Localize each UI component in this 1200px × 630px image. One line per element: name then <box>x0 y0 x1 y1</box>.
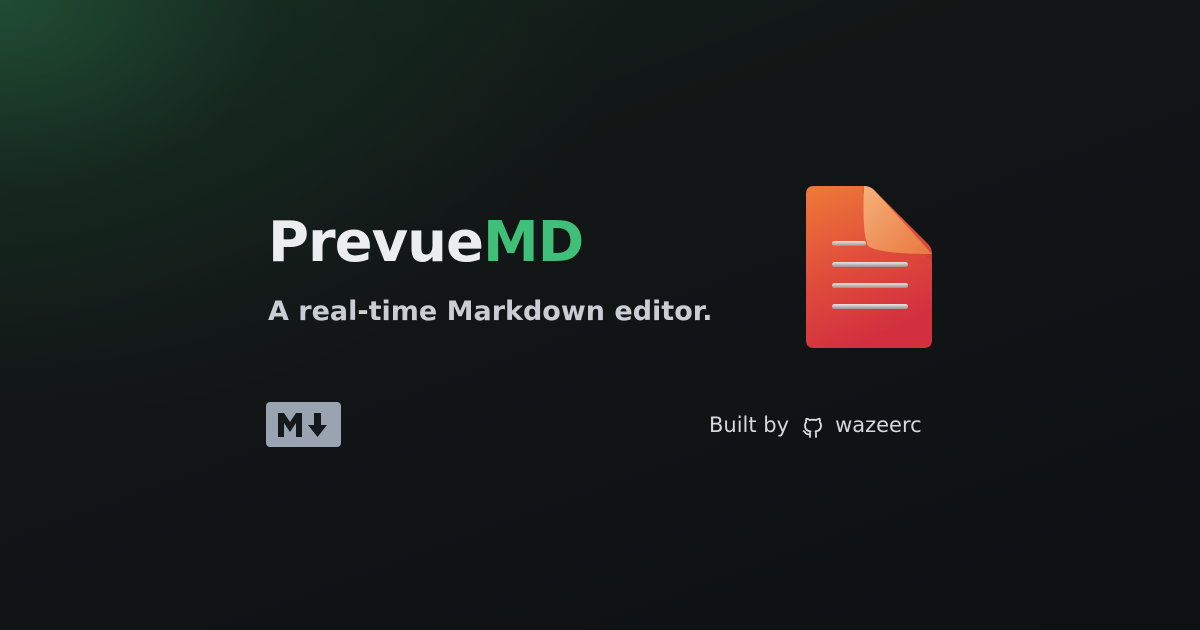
title-part-md: MD <box>483 210 584 275</box>
credit-prefix: Built by <box>709 413 790 437</box>
author-link[interactable]: wazeerc <box>835 413 922 437</box>
credit-line: Built by wazeerc <box>709 408 922 442</box>
github-icon <box>801 412 825 438</box>
title-part-prevue: Prevue <box>268 210 484 275</box>
tagline: A real-time Markdown editor. <box>268 296 713 327</box>
app-title: PrevueMD <box>268 208 584 278</box>
document-icon <box>800 180 940 356</box>
markdown-icon <box>266 402 341 447</box>
